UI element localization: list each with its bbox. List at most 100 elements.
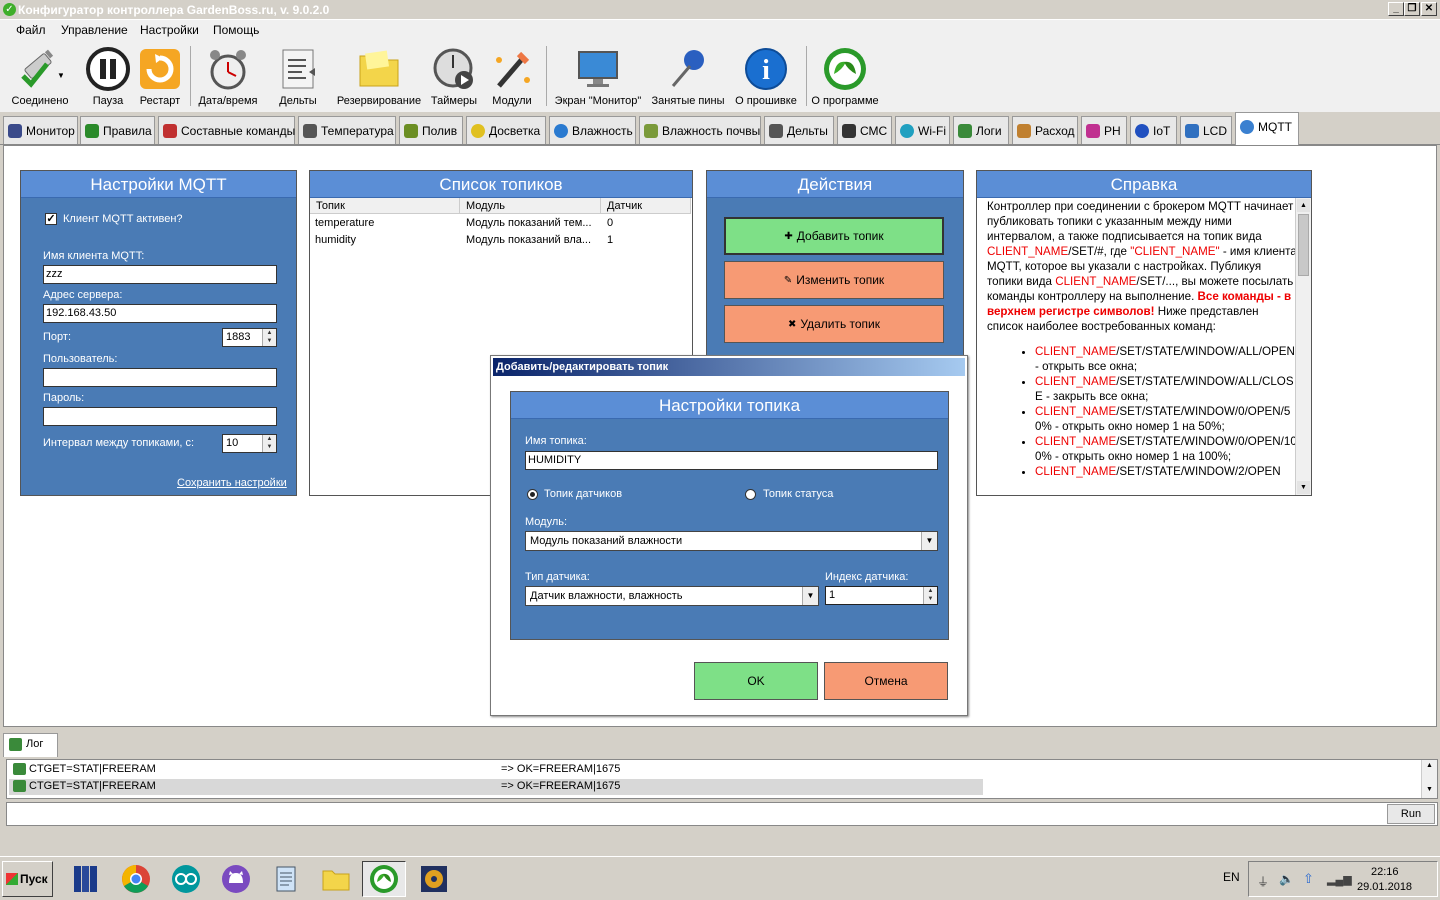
close-button[interactable]: ✕ bbox=[1421, 2, 1437, 16]
help-scrollbar[interactable]: ▲ ▼ bbox=[1295, 198, 1311, 495]
dialog-title-bar[interactable]: Добавить/редактировать топик bbox=[493, 358, 965, 376]
sensor-topic-radio[interactable] bbox=[527, 489, 538, 500]
menu-help[interactable]: Помощь bbox=[213, 23, 259, 37]
sensor-index-stepper[interactable]: 1 ▲ ▼ bbox=[825, 586, 938, 605]
log-entry[interactable]: CTGET=STAT|FREERAM => OK=FREERAM|1675 bbox=[9, 762, 983, 778]
topic-cell[interactable]: temperature bbox=[315, 217, 455, 229]
cancel-button[interactable]: Отмена bbox=[824, 662, 948, 700]
datetime-button[interactable]: Дата/время bbox=[196, 42, 260, 110]
tab-lcd[interactable]: LCD bbox=[1180, 116, 1232, 144]
scroll-up-icon[interactable]: ▲ bbox=[1297, 199, 1310, 212]
module-cell[interactable]: Модуль показаний тем... bbox=[466, 217, 599, 229]
chevron-down-icon[interactable]: ▼ bbox=[802, 587, 818, 605]
language-indicator[interactable]: EN bbox=[1223, 870, 1240, 884]
delete-topic-button[interactable]: ✖ Удалить топик bbox=[724, 305, 944, 343]
module-select[interactable]: Модуль показаний влажности ▼ bbox=[525, 531, 938, 551]
tab-logs[interactable]: Логи bbox=[953, 116, 1009, 144]
chevron-down-icon[interactable]: ▼ bbox=[921, 532, 937, 550]
tab-iot[interactable]: IoT bbox=[1130, 116, 1177, 144]
network-signal-icon[interactable]: ▂▄▆ bbox=[1327, 873, 1352, 886]
monitor-tab-icon bbox=[8, 124, 22, 138]
volume-icon[interactable]: 🔈 bbox=[1279, 872, 1294, 886]
tab-monitor[interactable]: Монитор bbox=[3, 116, 78, 144]
scroll-down-icon[interactable]: ▼ bbox=[1422, 784, 1437, 796]
power-icon[interactable]: ⏚ bbox=[1257, 873, 1269, 890]
taskbar-arduino[interactable] bbox=[164, 861, 208, 897]
clock-time[interactable]: 22:16 bbox=[1371, 866, 1399, 878]
busy-pins-button[interactable]: Занятые пины bbox=[648, 42, 728, 110]
sensor-type-select[interactable]: Датчик влажности, влажность ▼ bbox=[525, 586, 819, 606]
log-scrollbar[interactable]: ▲ ▼ bbox=[1421, 760, 1437, 798]
minimize-button[interactable]: _ bbox=[1388, 2, 1404, 16]
tab-watering[interactable]: Полив bbox=[399, 116, 463, 144]
taskbar-chrome[interactable] bbox=[114, 861, 158, 897]
tab-lighting[interactable]: Досветка bbox=[466, 116, 546, 144]
restart-button[interactable]: Рестарт bbox=[134, 42, 186, 110]
connected-button[interactable]: ▼ Соединено bbox=[6, 42, 74, 110]
password-input[interactable] bbox=[43, 407, 277, 426]
tab-temperature[interactable]: Температура bbox=[298, 116, 396, 144]
sensor-cell[interactable]: 1 bbox=[607, 234, 667, 246]
monitor-screen-button[interactable]: Экран "Монитор" bbox=[552, 42, 644, 110]
column-sensor[interactable]: Датчик bbox=[601, 198, 691, 214]
run-button[interactable]: Run bbox=[1387, 804, 1435, 824]
taskbar-player[interactable] bbox=[412, 861, 456, 897]
upload-icon[interactable]: ⇧ bbox=[1303, 871, 1314, 887]
save-settings-link[interactable]: Сохранить настройки bbox=[177, 477, 287, 489]
list-item: CLIENT_NAME/SET/STATE/WINDOW/2/OPEN bbox=[1035, 464, 1295, 479]
tab-wifi[interactable]: Wi-Fi bbox=[895, 116, 950, 144]
firmware-info-button[interactable]: i О прошивке bbox=[732, 42, 800, 110]
status-topic-radio[interactable] bbox=[745, 489, 756, 500]
log-entry[interactable]: CTGET=STAT|FREERAM => OK=FREERAM|1675 bbox=[9, 779, 983, 795]
tab-consumption[interactable]: Расход bbox=[1012, 116, 1078, 144]
taskbar-gardenboss[interactable] bbox=[362, 861, 406, 897]
sensor-cell[interactable]: 0 bbox=[607, 217, 667, 229]
restore-button[interactable]: ❐ bbox=[1404, 2, 1420, 16]
server-address-input[interactable]: 192.168.43.50 bbox=[43, 304, 277, 323]
tab-composite-commands[interactable]: Составные команды bbox=[158, 116, 295, 144]
log-tab[interactable]: Лог bbox=[3, 733, 58, 757]
taskbar-notepad[interactable] bbox=[264, 861, 308, 897]
client-active-checkbox[interactable]: ✓ bbox=[45, 213, 57, 225]
tab-humidity[interactable]: Влажность bbox=[549, 116, 636, 144]
scroll-up-icon[interactable]: ▲ bbox=[1422, 760, 1437, 772]
deltas-button[interactable]: Дельты bbox=[270, 42, 326, 110]
menu-file[interactable]: Файл bbox=[16, 23, 46, 37]
about-button[interactable]: О программе bbox=[810, 42, 880, 110]
backup-button[interactable]: Резервирование bbox=[334, 42, 424, 110]
column-topic[interactable]: Топик bbox=[310, 198, 460, 214]
menu-control[interactable]: Управление bbox=[61, 23, 128, 37]
user-input[interactable] bbox=[43, 368, 277, 387]
tab-soil-moisture[interactable]: Влажность почвы bbox=[639, 116, 761, 144]
port-stepper[interactable]: 1883 ▲ ▼ bbox=[222, 328, 277, 347]
topic-cell[interactable]: humidity bbox=[315, 234, 455, 246]
timers-button[interactable]: Таймеры bbox=[428, 42, 480, 110]
tab-rules[interactable]: Правила bbox=[80, 116, 155, 144]
scroll-thumb[interactable] bbox=[1298, 214, 1309, 276]
start-button[interactable]: Пуск bbox=[2, 861, 53, 897]
spin-arrows-icon[interactable]: ▲ ▼ bbox=[262, 329, 276, 346]
pause-button[interactable]: Пауза bbox=[80, 42, 136, 110]
taskbar-books[interactable] bbox=[64, 861, 108, 897]
taskbar-explorer[interactable] bbox=[314, 861, 358, 897]
clock-date[interactable]: 29.01.2018 bbox=[1357, 881, 1412, 893]
tab-sms[interactable]: СМС bbox=[837, 116, 892, 144]
taskbar-github[interactable] bbox=[214, 861, 258, 897]
ok-button[interactable]: OK bbox=[694, 662, 818, 700]
spin-arrows-icon[interactable]: ▲ ▼ bbox=[262, 435, 276, 452]
menu-settings[interactable]: Настройки bbox=[140, 23, 199, 37]
command-input[interactable] bbox=[9, 805, 1379, 823]
client-name-input[interactable]: zzz bbox=[43, 265, 277, 284]
module-cell[interactable]: Модуль показаний вла... bbox=[466, 234, 599, 246]
interval-stepper[interactable]: 10 ▲ ▼ bbox=[222, 434, 277, 453]
edit-topic-button[interactable]: ✎ Изменить топик bbox=[724, 261, 944, 299]
tab-ph[interactable]: PH bbox=[1081, 116, 1127, 144]
spin-arrows-icon[interactable]: ▲ ▼ bbox=[923, 587, 937, 604]
modules-button[interactable]: Модули bbox=[486, 42, 538, 110]
scroll-down-icon[interactable]: ▼ bbox=[1297, 481, 1310, 494]
tab-deltas[interactable]: Дельты bbox=[764, 116, 834, 144]
topic-name-input[interactable]: HUMIDITY bbox=[525, 451, 938, 470]
add-topic-button[interactable]: ✚ Добавить топик bbox=[724, 217, 944, 255]
column-module[interactable]: Модуль bbox=[460, 198, 601, 214]
tab-mqtt[interactable]: MQTT bbox=[1235, 112, 1299, 145]
